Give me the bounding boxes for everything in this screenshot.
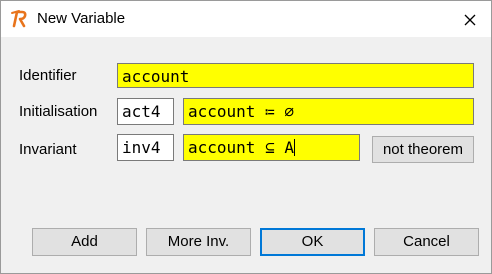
initialisation-name-input[interactable]: act4 bbox=[117, 98, 174, 125]
cancel-button[interactable]: Cancel bbox=[374, 228, 479, 256]
initialisation-action-input[interactable]: account ≔ ∅ bbox=[183, 98, 474, 125]
window-title: New Variable bbox=[37, 10, 126, 27]
identifier-input[interactable]: account bbox=[117, 63, 474, 88]
ok-button[interactable]: OK bbox=[260, 228, 365, 256]
title-bar: New Variable bbox=[1, 1, 491, 37]
initialisation-label: Initialisation bbox=[19, 103, 98, 120]
not-theorem-toggle[interactable]: not theorem bbox=[372, 136, 474, 163]
close-icon[interactable] bbox=[459, 9, 481, 31]
new-variable-dialog: New Variable Identifier account Initiali… bbox=[0, 0, 492, 274]
add-button[interactable]: Add bbox=[32, 228, 137, 256]
invariant-label: Invariant bbox=[19, 141, 77, 158]
rodin-r-icon bbox=[11, 10, 27, 28]
more-inv-button[interactable]: More Inv. bbox=[146, 228, 251, 256]
identifier-label: Identifier bbox=[19, 67, 77, 84]
text-caret bbox=[293, 139, 295, 156]
invariant-predicate-text: account ⊆ A bbox=[188, 138, 294, 157]
invariant-predicate-input[interactable]: account ⊆ A bbox=[183, 134, 360, 161]
invariant-name-input[interactable]: inv4 bbox=[117, 134, 174, 161]
